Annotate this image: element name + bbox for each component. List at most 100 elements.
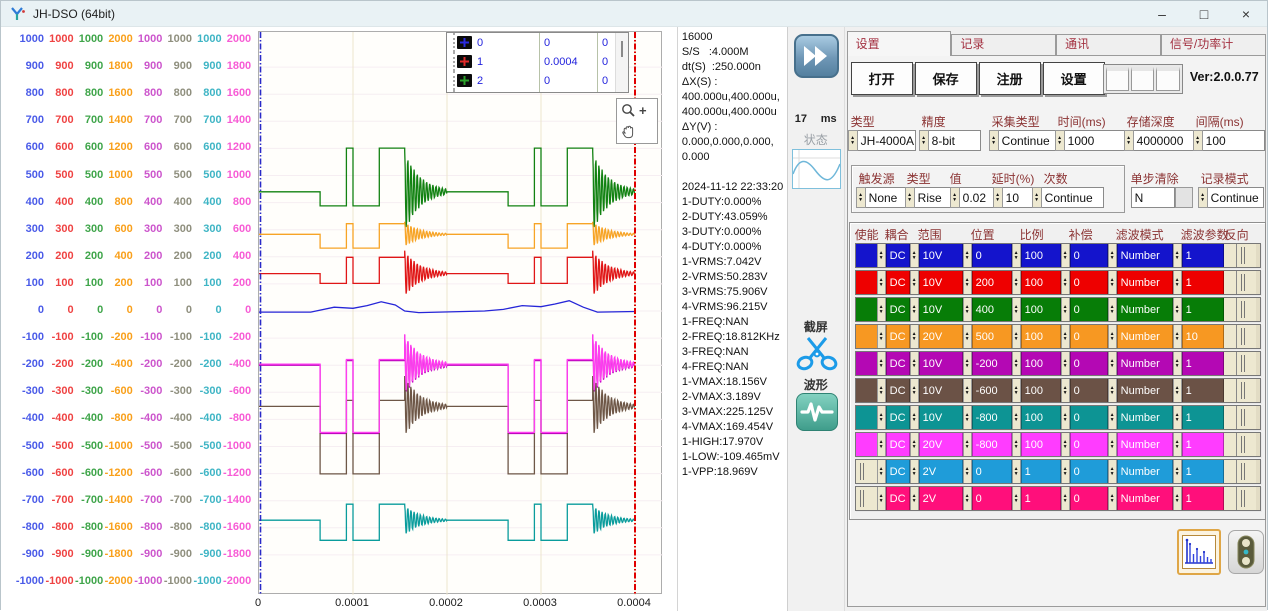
spinner-arrows[interactable]: ▲▼ bbox=[963, 379, 972, 402]
spinner-arrows[interactable]: ▲▼ bbox=[910, 460, 919, 483]
channel-filter[interactable]: Number bbox=[1117, 244, 1173, 267]
channel-position[interactable]: -800 bbox=[972, 406, 1012, 429]
spectrum-button[interactable] bbox=[1177, 529, 1221, 575]
cursor-table[interactable]: 00010.0004020030.00040 bbox=[446, 32, 629, 93]
spinner-arrows[interactable]: ▲▼ bbox=[1012, 325, 1021, 348]
screenshot-button[interactable] bbox=[796, 332, 838, 372]
channel-range[interactable]: 2V bbox=[919, 487, 963, 510]
spinner-arrows[interactable]: ▲▼ bbox=[856, 187, 866, 208]
channel-range[interactable]: 10V bbox=[919, 379, 963, 402]
spinner-arrows[interactable]: ▲▼ bbox=[1012, 379, 1021, 402]
spinner-arrows[interactable]: ▲▼ bbox=[877, 244, 886, 267]
waveform-button[interactable] bbox=[796, 393, 838, 431]
maximize-button[interactable]: □ bbox=[1183, 1, 1225, 27]
spinner-arrows[interactable]: ▲▼ bbox=[877, 487, 886, 510]
spinner-arrows[interactable]: ▲▼ bbox=[1193, 130, 1203, 151]
channel-comp[interactable]: 0 bbox=[1070, 325, 1108, 348]
cursor-row[interactable]: 200 bbox=[447, 71, 628, 90]
spinner-arrows[interactable]: ▲▼ bbox=[1012, 460, 1021, 483]
channel-comp[interactable]: 0 bbox=[1070, 487, 1108, 510]
channel-coupling[interactable]: DC bbox=[886, 325, 910, 348]
channel-comp[interactable]: 0 bbox=[1070, 433, 1108, 456]
channel-position[interactable]: -200 bbox=[972, 352, 1012, 375]
channel-scale[interactable]: 100 bbox=[1021, 352, 1061, 375]
spinner-arrows[interactable]: ▲▼ bbox=[919, 130, 929, 151]
channel-enable-toggle[interactable] bbox=[856, 433, 877, 456]
spinner-arrows[interactable]: ▲▼ bbox=[963, 487, 972, 510]
channel-coupling[interactable]: DC bbox=[886, 460, 910, 483]
spinner-arrows[interactable]: ▲▼ bbox=[1012, 271, 1021, 294]
spinner-arrows[interactable]: ▲▼ bbox=[877, 406, 886, 429]
channel-enable-toggle[interactable] bbox=[856, 298, 877, 321]
spinner-arrows[interactable]: ▲▼ bbox=[910, 271, 919, 294]
step-clear-field[interactable]: N bbox=[1131, 187, 1193, 208]
panel-button-0[interactable]: 打开 bbox=[851, 62, 913, 95]
record-mode-value[interactable]: Continue bbox=[1208, 187, 1264, 208]
channel-scale[interactable]: 100 bbox=[1021, 379, 1061, 402]
spinner-arrows[interactable]: ▲▼ bbox=[910, 298, 919, 321]
channel-coupling[interactable]: DC bbox=[886, 244, 910, 267]
trigger-field-0[interactable]: ▲▼None bbox=[856, 187, 906, 208]
channel-filter[interactable]: Number bbox=[1117, 460, 1173, 483]
spinner-arrows[interactable]: ▲▼ bbox=[1061, 244, 1070, 267]
close-button[interactable]: × bbox=[1225, 1, 1267, 27]
channel-coupling[interactable]: DC bbox=[886, 406, 910, 429]
channel-filter[interactable]: Number bbox=[1117, 298, 1173, 321]
panel-button-3[interactable]: 设置 bbox=[1043, 62, 1105, 95]
trigger-field-4-value[interactable]: Continue bbox=[1042, 187, 1104, 208]
spinner-arrows[interactable]: ▲▼ bbox=[963, 298, 972, 321]
field-1-value[interactable]: 8-bit bbox=[929, 130, 981, 151]
channel-filter[interactable]: Number bbox=[1117, 271, 1173, 294]
channel-invert-toggle[interactable] bbox=[1236, 298, 1260, 321]
channel-invert-toggle[interactable] bbox=[1236, 460, 1260, 483]
channel-comp[interactable]: 0 bbox=[1070, 460, 1108, 483]
field-2-value[interactable]: Continue bbox=[999, 130, 1057, 151]
spinner-arrows[interactable]: ▲▼ bbox=[1173, 487, 1182, 510]
spinner-arrows[interactable]: ▲▼ bbox=[1108, 298, 1117, 321]
scrollbar-thumb[interactable] bbox=[621, 41, 623, 57]
channel-comp[interactable]: 0 bbox=[1070, 379, 1108, 402]
status-thumbnail[interactable] bbox=[792, 149, 841, 189]
spinner-arrows[interactable]: ▲▼ bbox=[1061, 433, 1070, 456]
pan-tool[interactable] bbox=[617, 121, 657, 143]
spinner-arrows[interactable]: ▲▼ bbox=[1108, 244, 1117, 267]
tab-item[interactable]: 记录 bbox=[951, 34, 1056, 56]
channel-comp[interactable]: 0 bbox=[1070, 352, 1108, 375]
spinner-arrows[interactable]: ▲▼ bbox=[1012, 244, 1021, 267]
field-3-value[interactable]: 1000 bbox=[1065, 130, 1125, 151]
spinner-arrows[interactable]: ▲▼ bbox=[1108, 271, 1117, 294]
channel-position[interactable]: 400 bbox=[972, 298, 1012, 321]
channel-invert-toggle[interactable] bbox=[1236, 433, 1260, 456]
trigger-field-2-value[interactable]: 0.02 bbox=[960, 187, 994, 208]
run-button[interactable] bbox=[794, 34, 839, 78]
panel-button-1[interactable]: 保存 bbox=[915, 62, 977, 95]
field-3[interactable]: ▲▼1000 bbox=[1055, 130, 1125, 151]
channel-param[interactable]: 1 bbox=[1182, 244, 1224, 267]
channel-coupling[interactable]: DC bbox=[886, 379, 910, 402]
spinner-arrows[interactable]: ▲▼ bbox=[963, 325, 972, 348]
channel-enable-toggle[interactable] bbox=[856, 460, 877, 483]
channel-invert-toggle[interactable] bbox=[1236, 487, 1260, 510]
channel-scale[interactable]: 100 bbox=[1021, 271, 1061, 294]
trigger-field-3[interactable]: ▲▼10 bbox=[993, 187, 1033, 208]
spinner-arrows[interactable]: ▲▼ bbox=[1012, 406, 1021, 429]
spinner-arrows[interactable]: ▲▼ bbox=[910, 406, 919, 429]
step-clear-value[interactable]: N bbox=[1131, 187, 1175, 208]
channel-invert-toggle[interactable] bbox=[1236, 271, 1260, 294]
spinner-arrows[interactable]: ▲▼ bbox=[1061, 325, 1070, 348]
cursor-row[interactable]: 30.00040 bbox=[447, 90, 628, 93]
spinner-arrows[interactable]: ▲▼ bbox=[910, 379, 919, 402]
trigger-field-1-value[interactable]: Rise bbox=[915, 187, 951, 208]
spinner-arrows[interactable]: ▲▼ bbox=[1108, 352, 1117, 375]
channel-position[interactable]: -600 bbox=[972, 379, 1012, 402]
channel-filter[interactable]: Number bbox=[1117, 487, 1173, 510]
channel-param[interactable]: 1 bbox=[1182, 460, 1224, 483]
channel-range[interactable]: 2V bbox=[919, 460, 963, 483]
channel-enable-toggle[interactable] bbox=[856, 271, 877, 294]
channel-coupling[interactable]: DC bbox=[886, 271, 910, 294]
trigger-field-0-value[interactable]: None bbox=[866, 187, 906, 208]
field-5[interactable]: ▲▼100 bbox=[1193, 130, 1265, 151]
spinner-arrows[interactable]: ▲▼ bbox=[1108, 379, 1117, 402]
spinner-arrows[interactable]: ▲▼ bbox=[910, 487, 919, 510]
spinner-arrows[interactable]: ▲▼ bbox=[1173, 244, 1182, 267]
